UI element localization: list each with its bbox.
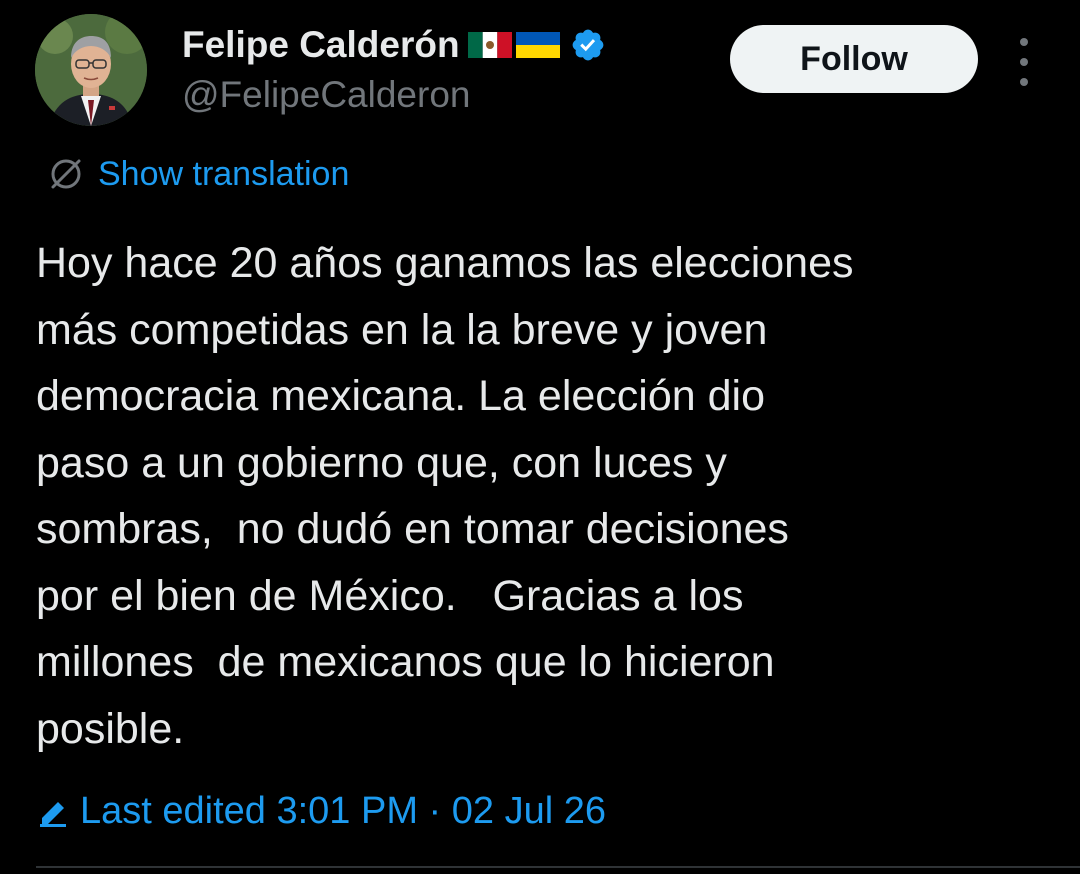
author-info: Felipe Calderón @FelipeCalderon [182,22,606,118]
verified-badge-icon[interactable] [570,27,606,63]
more-dot [1020,58,1028,66]
last-edited-label: Last edited 3:01 PM · 02 Jul 26 [80,789,606,832]
tweet-header: Felipe Calderón @FelipeCalderon Follow [0,0,1080,140]
more-dot [1020,38,1028,46]
avatar[interactable] [35,14,147,126]
author-display-name[interactable]: Felipe Calderón [182,24,460,66]
globe-translate-icon [48,156,84,192]
last-edited-link[interactable]: Last edited 3:01 PM · 02 Jul 26 [36,786,606,836]
author-name-row: Felipe Calderón [182,22,606,68]
mexico-flag-icon [467,30,512,60]
divider [36,866,1080,868]
avatar-image [35,14,147,126]
follow-button[interactable]: Follow [730,25,978,93]
pencil-edit-icon [36,794,70,828]
ukraine-flag-icon [515,30,560,60]
tweet-body: Hoy hace 20 años ganamos las elecciones … [36,239,854,753]
author-handle[interactable]: @FelipeCalderon [182,72,606,118]
show-translation-label: Show translation [98,154,350,193]
more-vertical-icon[interactable] [1008,38,1040,86]
show-translation-button[interactable]: Show translation [48,152,349,196]
more-dot [1020,78,1028,86]
